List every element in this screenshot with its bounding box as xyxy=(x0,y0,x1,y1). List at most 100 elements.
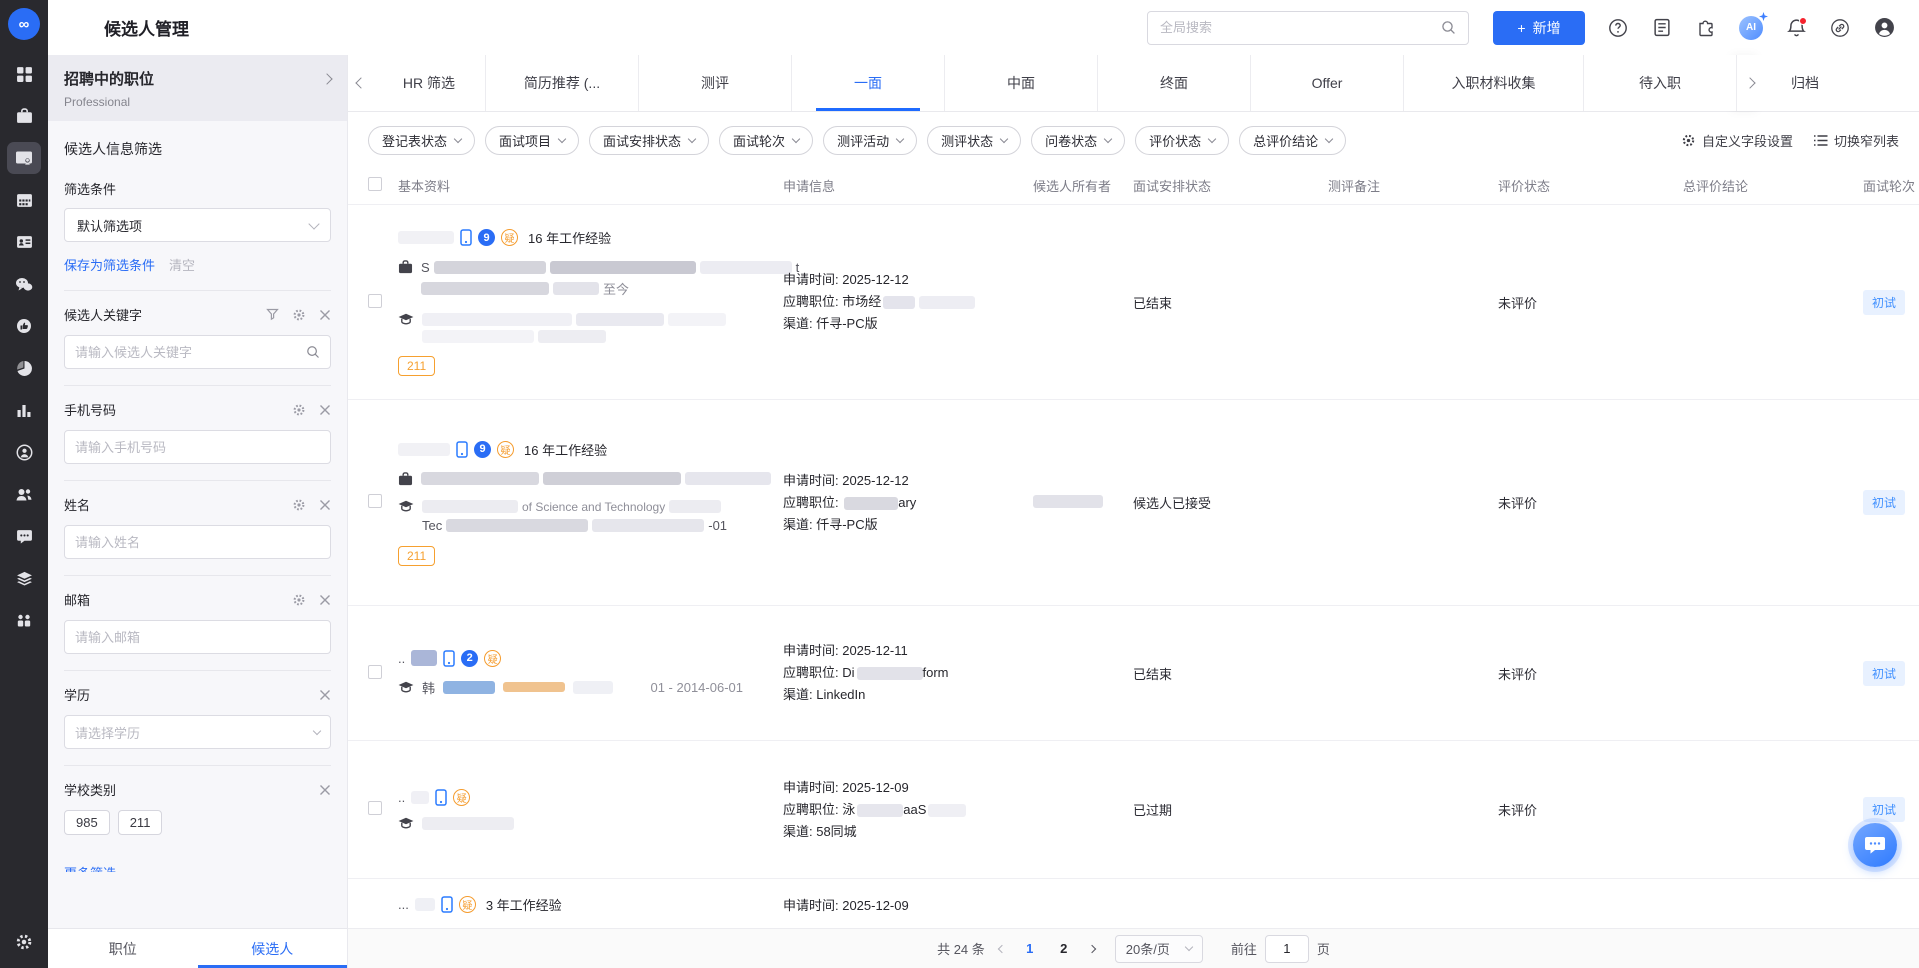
filter-chip[interactable]: 测评状态 xyxy=(927,126,1022,155)
page-number-2[interactable]: 2 xyxy=(1053,941,1075,956)
clear-filter-link[interactable]: 清空 xyxy=(169,255,195,274)
dashboard-icon[interactable] xyxy=(7,58,41,90)
filter-chip[interactable]: 总评价结论 xyxy=(1239,126,1347,155)
prev-page-button[interactable] xyxy=(997,944,1007,953)
gear-icon[interactable] xyxy=(292,593,306,607)
next-page-button[interactable] xyxy=(1087,944,1097,953)
table-column-header[interactable]: 基本资料 xyxy=(398,176,783,195)
filter-chip[interactable]: 面试项目 xyxy=(485,126,580,155)
account-avatar-icon[interactable] xyxy=(1873,17,1895,39)
row-checkbox[interactable] xyxy=(368,664,382,679)
stage-tab-archive[interactable]: 归档 xyxy=(1763,55,1919,111)
close-icon[interactable] xyxy=(319,594,331,606)
candidate-basic-cell[interactable]: ... 疑 3 年工作经验 xyxy=(398,879,783,914)
stack-layers-icon[interactable] xyxy=(7,562,41,594)
stage-tab[interactable]: 终面 xyxy=(1098,55,1251,111)
table-row[interactable]: 9 疑 16 年工作经验 of Science and Technology T… xyxy=(348,400,1919,606)
team-icon[interactable] xyxy=(7,604,41,636)
candidate-basic-cell[interactable]: .. 疑 xyxy=(398,789,783,830)
docs-icon[interactable] xyxy=(1651,17,1673,39)
filter-chip[interactable]: 测评活动 xyxy=(823,126,918,155)
email-text-input[interactable] xyxy=(75,629,320,645)
job-selector[interactable]: 招聘中的职位 Professional xyxy=(48,55,347,121)
new-candidate-button[interactable]: + 新增 xyxy=(1493,10,1585,45)
school-type-tag[interactable]: 985 xyxy=(64,810,110,835)
switch-narrow-list-action[interactable]: 切换窄列表 xyxy=(1813,131,1899,150)
link-icon[interactable] xyxy=(1829,17,1851,39)
phone-text-input[interactable] xyxy=(75,439,320,455)
candidate-basic-cell[interactable]: 9 疑 16 年工作经验 of Science and Technology T… xyxy=(398,440,783,566)
pie-chart-icon[interactable] xyxy=(7,352,41,384)
tab-candidates[interactable]: 候选人 xyxy=(197,929,348,968)
candidate-basic-cell[interactable]: 9 疑 16 年工作经验 St 至今 211 xyxy=(398,228,799,376)
app-logo-icon[interactable]: ∞ xyxy=(8,8,40,40)
more-filters-link[interactable]: 更多筛选 xyxy=(64,866,116,872)
table-column-header[interactable]: 申请信息 xyxy=(783,176,1033,195)
filter-chip[interactable]: 评价状态 xyxy=(1135,126,1230,155)
table-row[interactable]: .. 2 疑 韩 01 - 2014-06-01 申请时间: 2025-12-1… xyxy=(348,606,1919,741)
gear-icon[interactable] xyxy=(292,403,306,417)
school-type-tag[interactable]: 211 xyxy=(117,810,163,835)
stage-tab[interactable]: 待入职 xyxy=(1584,55,1737,111)
keyword-text-input[interactable] xyxy=(75,344,306,360)
table-row[interactable]: 9 疑 16 年工作经验 St 至今 211 申请时间: 2025-12-12 … xyxy=(348,205,1919,400)
calendar-grid-icon[interactable] xyxy=(7,184,41,216)
settings-gear-icon[interactable] xyxy=(7,926,41,958)
phone-input[interactable] xyxy=(64,430,331,464)
table-row[interactable]: .. 疑 申请时间: 2025-12-09 应聘职位: 泳 aaS 渠道: 58… xyxy=(348,741,1919,879)
page-number-1[interactable]: 1 xyxy=(1019,941,1041,956)
stage-tab[interactable]: 入职材料收集 xyxy=(1404,55,1584,111)
endorse-icon[interactable] xyxy=(7,310,41,342)
bar-chart-icon[interactable] xyxy=(7,394,41,426)
notifications-bell-icon[interactable] xyxy=(1785,16,1807,39)
id-card-icon[interactable] xyxy=(7,226,41,258)
candidate-management-icon[interactable] xyxy=(7,142,41,174)
row-checkbox[interactable] xyxy=(368,293,382,308)
gear-icon[interactable] xyxy=(292,308,306,322)
tab-jobs[interactable]: 职位 xyxy=(48,929,198,968)
select-all-checkbox[interactable] xyxy=(368,177,382,191)
funnel-icon[interactable] xyxy=(266,308,279,321)
stage-tab[interactable]: HR 筛选 xyxy=(374,55,486,111)
row-checkbox[interactable] xyxy=(368,494,382,508)
people-icon[interactable] xyxy=(7,478,41,510)
chat-widget-button[interactable] xyxy=(1853,823,1897,867)
candidate-keyword-input[interactable] xyxy=(64,335,331,369)
filter-chip[interactable]: 面试轮次 xyxy=(719,126,814,155)
close-icon[interactable] xyxy=(319,499,331,511)
ai-assistant-icon[interactable]: AI xyxy=(1739,11,1768,40)
tabs-scroll-left[interactable] xyxy=(348,55,374,111)
stage-tab[interactable]: 中面 xyxy=(945,55,1098,111)
global-search-input[interactable] xyxy=(1160,20,1441,35)
help-icon[interactable] xyxy=(1607,17,1629,39)
table-column-header[interactable]: 总评价结论 xyxy=(1683,176,1863,195)
wechat-icon[interactable] xyxy=(7,268,41,300)
filter-chip[interactable]: 登记表状态 xyxy=(368,126,476,155)
custom-fields-action[interactable]: 自定义字段设置 xyxy=(1681,131,1793,150)
email-input[interactable] xyxy=(64,620,331,654)
table-column-header[interactable]: 评价状态 xyxy=(1498,176,1683,195)
candidate-basic-cell[interactable]: .. 2 疑 韩 01 - 2014-06-01 xyxy=(398,649,783,697)
close-icon[interactable] xyxy=(319,309,331,321)
tabs-scroll-right[interactable] xyxy=(1737,55,1763,111)
gear-icon[interactable] xyxy=(292,498,306,512)
stage-tab[interactable]: Offer xyxy=(1251,55,1404,111)
save-filter-link[interactable]: 保存为筛选条件 xyxy=(64,255,155,274)
filter-preset-select[interactable]: 默认筛选项 xyxy=(64,208,331,242)
row-checkbox[interactable] xyxy=(368,801,382,815)
close-icon[interactable] xyxy=(319,404,331,416)
filter-chip[interactable]: 问卷状态 xyxy=(1031,126,1126,155)
table-row[interactable]: ... 疑 3 年工作经验 申请时间: 2025-12-09 xyxy=(348,879,1919,928)
goto-page-input[interactable] xyxy=(1264,934,1309,963)
stage-tab[interactable]: 测评 xyxy=(639,55,792,111)
stage-tab[interactable]: 一面 xyxy=(792,55,945,111)
name-text-input[interactable] xyxy=(75,534,320,550)
stage-tab[interactable]: 简历推荐 (... xyxy=(486,55,639,111)
feedback-icon[interactable] xyxy=(7,520,41,552)
table-column-header[interactable]: 面试安排状态 xyxy=(1133,176,1328,195)
education-select[interactable]: 请选择学历 xyxy=(64,715,331,749)
briefcase-icon[interactable] xyxy=(7,100,41,132)
table-column-header[interactable]: 面试轮次 xyxy=(1863,176,1919,195)
table-column-header[interactable]: 测评备注 xyxy=(1328,176,1498,195)
page-size-select[interactable]: 20条/页 xyxy=(1114,934,1203,963)
